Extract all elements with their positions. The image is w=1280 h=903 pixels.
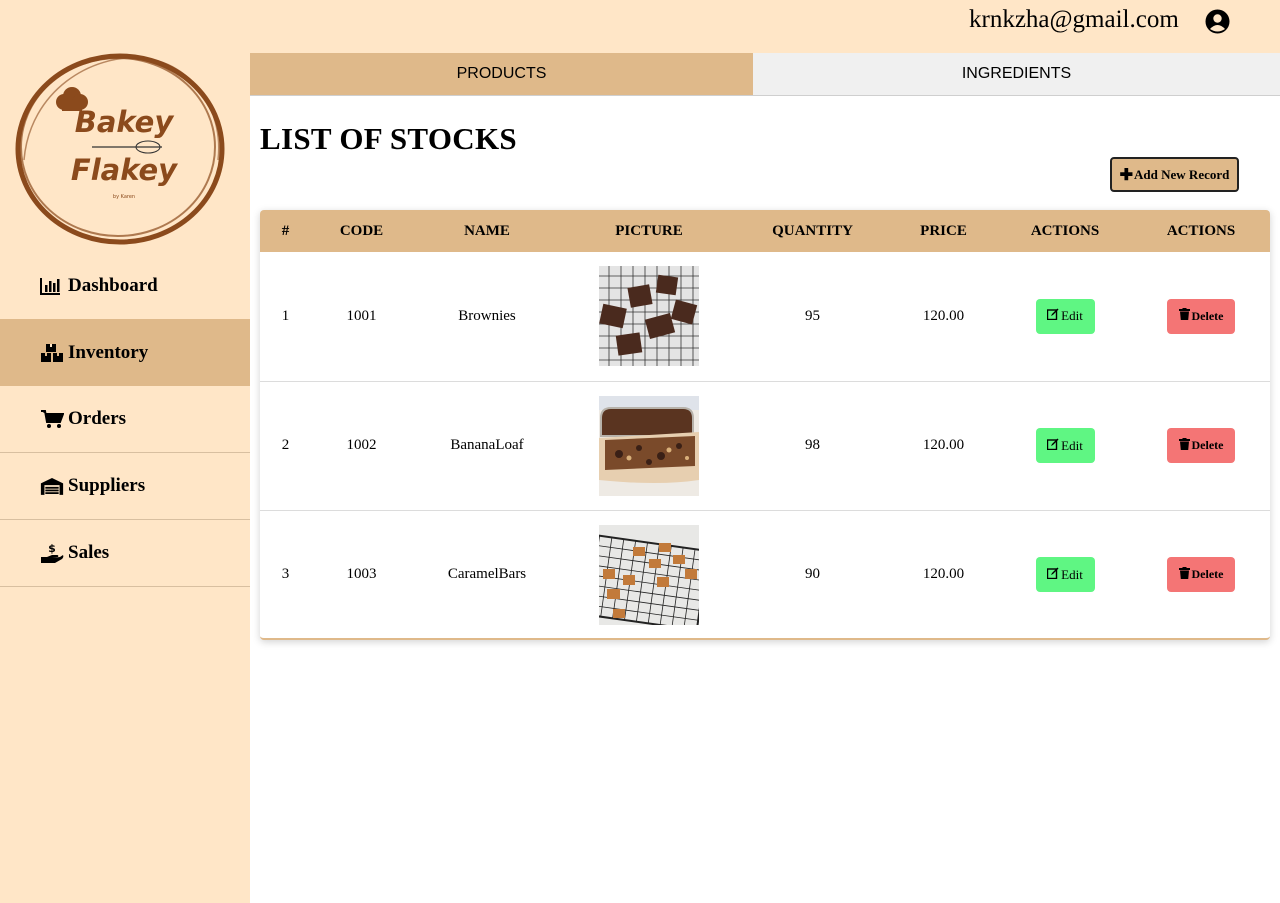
trash-icon xyxy=(1178,308,1190,324)
banana-loaf-picture xyxy=(599,395,699,496)
col-header-actions: ACTIONS xyxy=(1166,222,1236,239)
delete-label: Delete xyxy=(1191,438,1224,452)
brownies-picture xyxy=(599,266,699,367)
row-price: 120.00 xyxy=(922,566,965,583)
cart-icon xyxy=(40,408,64,430)
row-quantity: 90 xyxy=(805,566,820,583)
sidebar-item-label: Sales xyxy=(68,542,110,563)
trash-icon xyxy=(1178,566,1190,583)
col-header-picture: PICTURE xyxy=(615,222,683,239)
tab-products[interactable]: PRODUCTS xyxy=(250,53,753,95)
main-content: PRODUCTS INGREDIENTS LIST OF STOCKS ✚ Add… xyxy=(250,53,1280,903)
svg-text:$: $ xyxy=(48,542,56,555)
svg-text:Bakey: Bakey xyxy=(75,105,175,139)
row-quantity: 98 xyxy=(805,437,820,453)
table-header-row: # CODE NAME PICTURE QUANTITY PRICE ACTIO… xyxy=(260,210,1270,252)
row-number: 2 xyxy=(281,437,290,453)
sidebar-item-label: Suppliers xyxy=(68,475,146,496)
edit-icon xyxy=(1046,567,1059,583)
sidebar-nav: Dashboard Inventory Orders Suppliers $ S… xyxy=(0,253,250,587)
col-header-number: # xyxy=(281,222,290,239)
delete-button[interactable]: Delete xyxy=(1167,298,1235,334)
user-circle-icon[interactable] xyxy=(1205,9,1230,34)
sidebar-item-label: Dashboard xyxy=(68,275,158,296)
table-row: 3 1003 CaramelBars 90 120.00 Edit Delete xyxy=(260,510,1270,638)
edit-button[interactable]: Edit xyxy=(1035,557,1095,593)
sidebar-item-inventory[interactable]: Inventory xyxy=(0,319,250,386)
col-header-code: CODE xyxy=(339,222,384,239)
sidebar: Bakey Flakey by Karen Dashboard Inventor… xyxy=(0,0,250,903)
hand-dollar-icon: $ xyxy=(40,542,64,564)
edit-button[interactable]: Edit xyxy=(1035,428,1095,463)
sidebar-item-dashboard[interactable]: Dashboard xyxy=(0,253,250,319)
caramel-bars-picture xyxy=(599,524,699,625)
row-name: BananaLoaf xyxy=(450,437,524,453)
sidebar-item-label: Inventory xyxy=(68,341,149,363)
row-number: 3 xyxy=(281,566,290,583)
table-row: 2 1002 BananaLoaf 98 120.00 Edit Delete xyxy=(260,381,1270,510)
row-code: 1003 xyxy=(346,566,377,583)
row-number: 1 xyxy=(281,307,290,324)
row-code: 1001 xyxy=(346,307,377,324)
edit-button[interactable]: Edit xyxy=(1035,298,1095,334)
col-header-price: PRICE xyxy=(920,222,967,239)
boxes-icon xyxy=(40,342,64,364)
edit-label: Edit xyxy=(1061,566,1083,582)
user-email: krnkzha@gmail.com xyxy=(969,6,1179,33)
svg-text:by Karen: by Karen xyxy=(113,194,135,200)
col-header-quantity: QUANTITY xyxy=(772,222,853,239)
plus-icon: ✚ xyxy=(1119,166,1134,184)
row-price: 120.00 xyxy=(922,437,965,453)
bakey-flakey-logo: Bakey Flakey by Karen xyxy=(15,53,225,245)
add-new-record-button[interactable]: ✚ Add New Record xyxy=(1110,157,1239,192)
sidebar-item-suppliers[interactable]: Suppliers xyxy=(0,453,250,520)
delete-button[interactable]: Delete xyxy=(1167,428,1235,463)
trash-icon xyxy=(1178,437,1190,454)
edit-label: Edit xyxy=(1061,437,1083,453)
row-quantity: 95 xyxy=(805,307,820,324)
col-header-actions: ACTIONS xyxy=(1030,222,1100,239)
page-title: LIST OF STOCKS xyxy=(260,121,517,156)
sidebar-item-sales[interactable]: $ Sales xyxy=(0,520,250,587)
tab-ingredients[interactable]: INGREDIENTS xyxy=(753,53,1280,95)
row-name: CaramelBars xyxy=(447,566,527,583)
sidebar-item-orders[interactable]: Orders xyxy=(0,386,250,453)
edit-icon xyxy=(1046,308,1059,324)
edit-label: Edit xyxy=(1061,308,1083,324)
row-code: 1002 xyxy=(346,437,377,453)
delete-label: Delete xyxy=(1191,567,1224,582)
row-price: 120.00 xyxy=(922,307,965,324)
delete-label: Delete xyxy=(1191,308,1224,323)
chart-icon xyxy=(40,275,64,297)
col-header-name: NAME xyxy=(464,222,510,239)
edit-icon xyxy=(1046,438,1059,454)
delete-button[interactable]: Delete xyxy=(1167,557,1235,593)
warehouse-icon xyxy=(40,475,64,497)
row-name: Brownies xyxy=(458,307,516,324)
sidebar-item-label: Orders xyxy=(68,408,127,429)
svg-text:Flakey: Flakey xyxy=(71,153,178,187)
stocks-table: # CODE NAME PICTURE QUANTITY PRICE ACTIO… xyxy=(260,210,1270,640)
tab-bar: PRODUCTS INGREDIENTS xyxy=(250,53,1280,96)
add-new-record-label: Add New Record xyxy=(1134,166,1230,182)
table-row: 1 1001 Brownies 95 120.00 Edit Delete xyxy=(260,252,1270,381)
